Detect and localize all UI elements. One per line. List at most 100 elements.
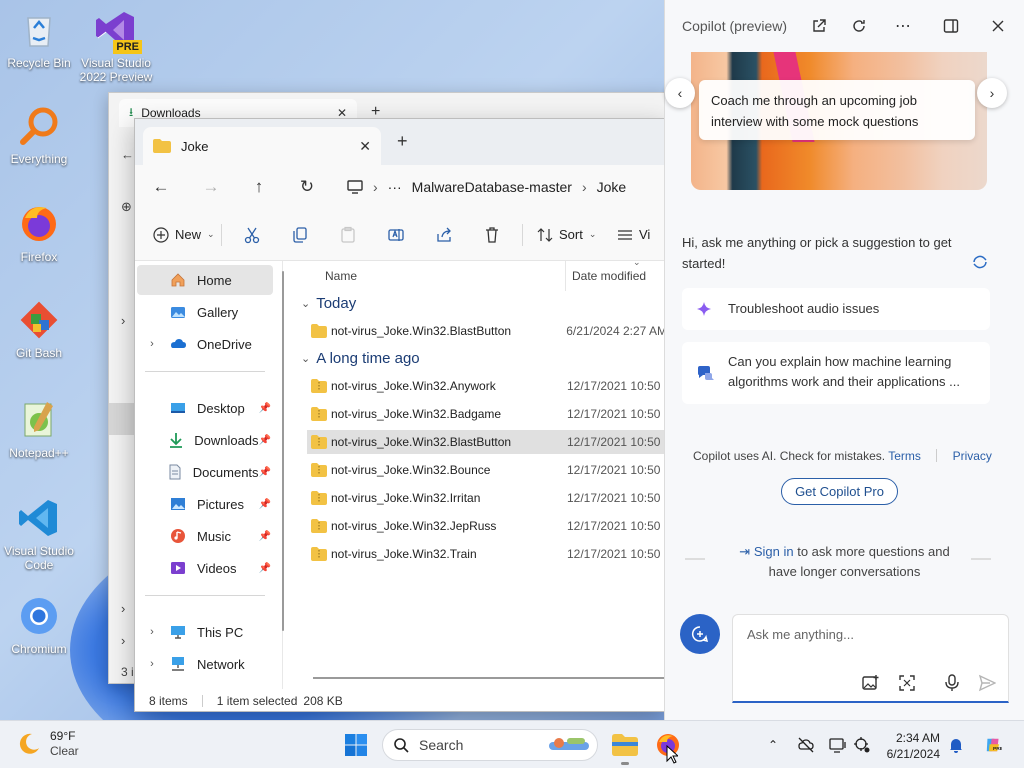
file-row[interactable]: not-virus_Joke.Win32.Bounce 12/17/2021 1… <box>307 458 665 482</box>
chevron-right-icon[interactable]: › <box>137 626 167 638</box>
desktop-icon-firefox[interactable]: Firefox <box>1 202 77 264</box>
desktop-icon-notepad-plus-plus[interactable]: Notepad++ <box>1 398 77 460</box>
paste-icon[interactable] <box>324 226 372 244</box>
desktop-icon-visual-studio-2022-preview[interactable]: PRE Visual Studio 2022 Preview <box>78 8 154 84</box>
sign-in-prompt: ⇥ Sign in to ask more questions and have… <box>665 542 1024 582</box>
nav-item-this-pc[interactable]: › This PC <box>137 617 273 647</box>
cut-icon[interactable] <box>228 226 276 244</box>
carousel-prev-icon[interactable]: ‹ <box>665 78 695 108</box>
new-icon[interactable]: ⊕ <box>121 199 132 215</box>
carousel-suggestion-card[interactable]: Coach me through an upcoming job intervi… <box>699 80 975 140</box>
copy-icon[interactable] <box>276 226 324 244</box>
nav-item-home[interactable]: Home <box>137 265 273 295</box>
breadcrumb-joke[interactable]: Joke <box>597 179 627 195</box>
more-crumbs-button[interactable]: ··· <box>388 179 402 195</box>
microphone-icon[interactable] <box>942 673 962 693</box>
horizontal-scrollbar[interactable] <box>313 677 665 679</box>
forward-arrow-icon[interactable]: → <box>187 177 235 197</box>
file-row[interactable]: not-virus_Joke.Win32.Badgame 12/17/2021 … <box>307 402 665 426</box>
column-header-name[interactable]: Name <box>325 261 357 291</box>
column-separator[interactable] <box>565 261 566 291</box>
breadcrumb-malwaredatabase[interactable]: MalwareDatabase-master <box>412 179 572 195</box>
nav-item-videos[interactable]: Videos 📌 <box>137 553 273 583</box>
desktop-icon-visual-studio-code[interactable]: Visual Studio Code <box>1 496 77 572</box>
desktop-icon-chromium[interactable]: Chromium <box>1 594 77 656</box>
suggestion-machine-learning[interactable]: Can you explain how machine learning alg… <box>682 342 990 404</box>
terms-link[interactable]: Terms <box>888 449 921 463</box>
get-copilot-pro-button[interactable]: Get Copilot Pro <box>781 478 898 505</box>
weather-widget[interactable]: 69°F Clear <box>16 729 79 759</box>
group-header-long-time-ago[interactable]: ⌄ A long time ago <box>301 350 420 367</box>
cloud-off-icon[interactable] <box>796 735 816 755</box>
dock-pane-icon[interactable] <box>941 16 961 36</box>
file-row[interactable]: not-virus_Joke.Win32.Train 12/17/2021 10… <box>307 542 665 566</box>
sign-in-link[interactable]: Sign in <box>754 544 794 559</box>
address-bar[interactable]: › ··· MalwareDatabase-master › Joke <box>347 179 626 195</box>
new-chat-button[interactable] <box>680 614 720 654</box>
chevron-right-icon[interactable]: › <box>137 658 167 670</box>
nav-item-documents[interactable]: Documents 📌 <box>137 457 273 487</box>
screenshot-icon[interactable] <box>897 673 917 693</box>
taskbar-file-explorer[interactable] <box>611 731 639 765</box>
new-tab-icon[interactable]: + <box>397 131 408 152</box>
file-explorer-window[interactable]: Joke ✕ + ← → ↑ ↻ › ··· MalwareDatabase-m… <box>134 118 666 712</box>
rename-icon[interactable] <box>372 226 420 244</box>
view-button[interactable]: Vi <box>617 227 650 243</box>
refresh-icon[interactable]: ↻ <box>283 177 331 197</box>
desktop-icon-git-bash[interactable]: Git Bash <box>1 298 77 360</box>
nav-item-downloads[interactable]: Downloads 📌 <box>137 425 273 455</box>
tab-joke[interactable]: Joke ✕ <box>143 127 381 165</box>
nav-item-desktop[interactable]: Desktop 📌 <box>137 393 273 423</box>
close-icon[interactable] <box>988 16 1008 36</box>
back-arrow-icon[interactable]: ← <box>135 177 187 197</box>
chevron-right-icon[interactable]: › <box>121 633 125 648</box>
new-button[interactable]: New ⌄ <box>153 226 215 243</box>
up-arrow-icon[interactable]: ↑ <box>235 177 283 197</box>
more-options-icon[interactable]: ⋯ <box>893 16 913 36</box>
zip-folder-icon <box>311 435 327 449</box>
chevron-right-icon[interactable]: › <box>137 338 167 350</box>
suggestion-text: Troubleshoot audio issues <box>728 301 880 316</box>
chevron-up-icon[interactable]: ⌃ <box>763 735 783 755</box>
file-row[interactable]: not-virus_Joke.Win32.Irritan 12/17/2021 … <box>307 486 665 510</box>
refresh-icon[interactable] <box>849 16 869 36</box>
display-icon[interactable] <box>828 735 848 755</box>
desktop-icon-recycle-bin[interactable]: Recycle Bin <box>1 8 77 70</box>
suggestion-troubleshoot-audio[interactable]: Troubleshoot audio issues <box>682 288 990 330</box>
delete-icon[interactable] <box>468 226 516 244</box>
sort-button[interactable]: Sort ⌄ <box>537 227 611 243</box>
notification-bell-icon[interactable] <box>946 735 966 755</box>
share-icon[interactable] <box>420 226 468 244</box>
group-header-today[interactable]: ⌄ Today <box>301 295 356 312</box>
nav-item-pictures[interactable]: Pictures 📌 <box>137 489 273 519</box>
file-row[interactable]: not-virus_Joke.Win32.BlastButton 6/21/20… <box>307 319 665 343</box>
system-clock[interactable]: 2:34 AM 6/21/2024 <box>872 730 940 762</box>
network-settings-icon[interactable] <box>852 735 872 755</box>
desktop-icon-everything[interactable]: Everything <box>1 104 77 166</box>
chevron-right-icon[interactable]: › <box>121 601 125 616</box>
close-tab-icon[interactable]: ✕ <box>359 138 371 155</box>
file-row-selected[interactable]: not-virus_Joke.Win32.BlastButton 12/17/2… <box>307 430 665 454</box>
copilot-icon[interactable]: PRE <box>980 732 1006 758</box>
nav-item-gallery[interactable]: Gallery <box>137 297 273 327</box>
add-image-icon[interactable] <box>861 673 881 693</box>
ask-input[interactable] <box>747 627 997 642</box>
carousel-next-icon[interactable]: › <box>977 78 1007 108</box>
nav-item-music[interactable]: Music 📌 <box>137 521 273 551</box>
pin-icon: 📌 <box>258 498 271 510</box>
nav-item-onedrive[interactable]: › OneDrive <box>137 329 273 359</box>
open-external-icon[interactable] <box>809 16 829 36</box>
back-arrow-icon[interactable]: ← <box>121 147 134 162</box>
nav-item-label: Documents <box>192 464 259 480</box>
chevron-right-icon[interactable]: › <box>121 313 125 328</box>
start-button[interactable] <box>344 733 368 757</box>
privacy-link[interactable]: Privacy <box>953 449 992 463</box>
nav-item-network[interactable]: › Network <box>137 649 273 679</box>
send-icon[interactable] <box>977 673 997 693</box>
file-row[interactable]: not-virus_Joke.Win32.Anywork 12/17/2021 … <box>307 374 665 398</box>
file-row[interactable]: not-virus_Joke.Win32.JepRuss 12/17/2021 … <box>307 514 665 538</box>
refresh-suggestions-icon[interactable] <box>971 253 989 271</box>
taskbar-search[interactable]: Search <box>382 729 598 761</box>
nav-scrollbar[interactable] <box>282 271 284 631</box>
pin-icon: 📌 <box>258 466 271 478</box>
